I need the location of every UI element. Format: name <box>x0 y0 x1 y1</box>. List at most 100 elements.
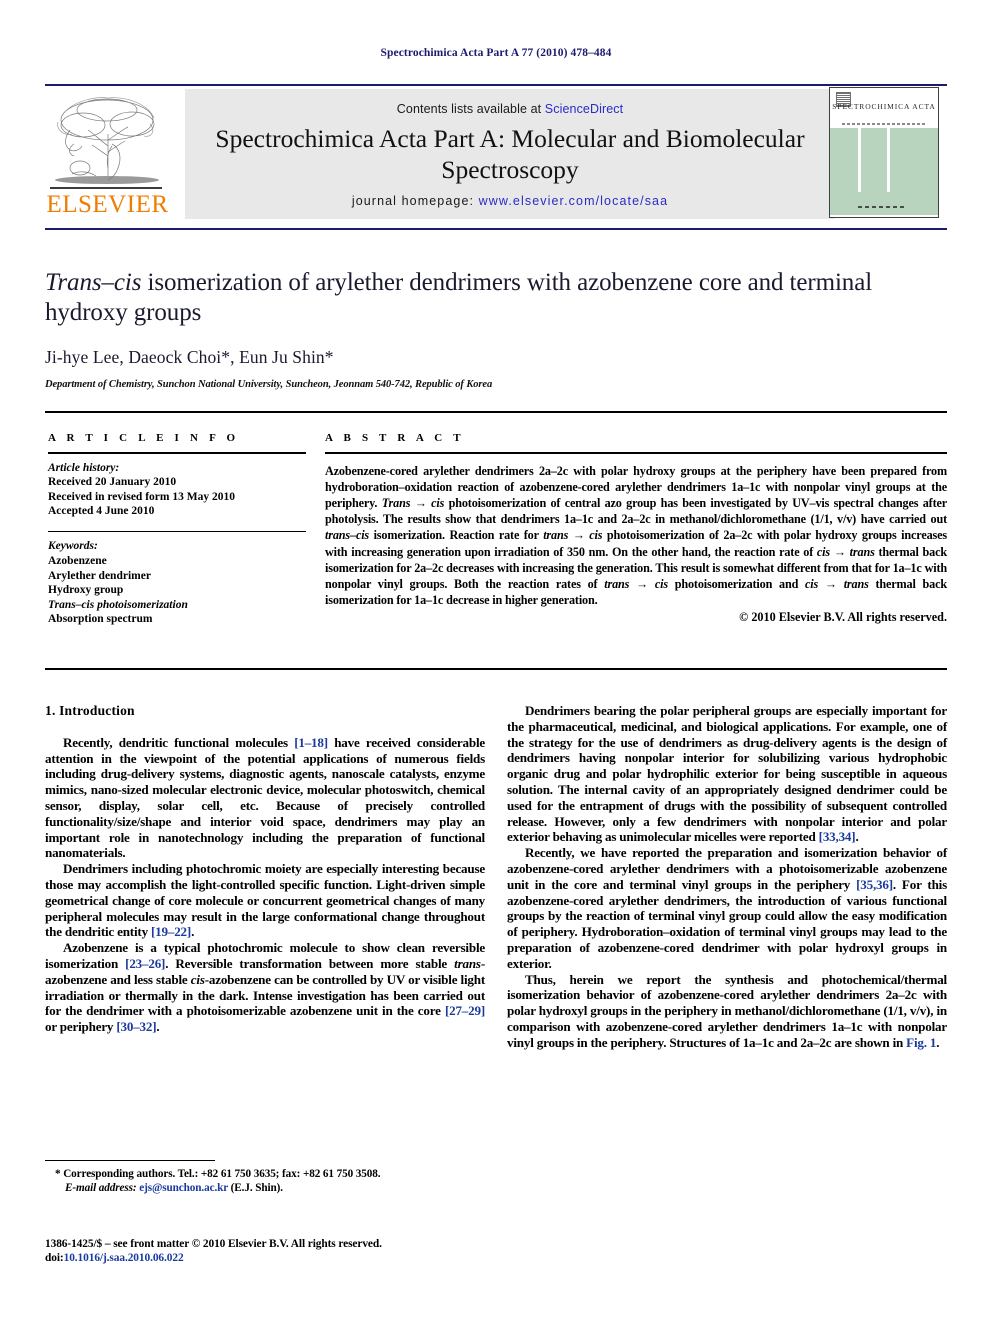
page-title: Trans–cis isomerization of arylether den… <box>45 268 947 328</box>
issn-copyright-line: 1386-1425/$ – see front matter © 2010 El… <box>45 1238 382 1250</box>
citation-ref[interactable]: [23–26] <box>125 956 165 971</box>
doi-link[interactable]: 10.1016/j.saa.2010.06.022 <box>64 1252 184 1264</box>
imprint-block: 1386-1425/$ – see front matter © 2010 El… <box>45 1237 485 1265</box>
compound-label: 2a–2c <box>885 987 917 1003</box>
journal-homepage-link[interactable]: www.elsevier.com/locate/saa <box>479 194 669 208</box>
cover-top: SPECTROCHIMICA ACTA <box>830 88 938 128</box>
article-info-rule <box>48 452 306 454</box>
title-block: Trans–cis isomerization of arylether den… <box>45 268 947 390</box>
cover-dash-rule <box>842 123 925 125</box>
masthead-rule-bottom <box>45 228 947 230</box>
keyword-item: Absorption spectrum <box>48 613 153 626</box>
keywords-group: Keywords: Azobenzene Arylether dendrimer… <box>48 539 306 627</box>
abstract-text: Azobenzene-cored arylether dendrimers 2a… <box>325 463 947 609</box>
paragraph: Recently, we have reported the preparati… <box>507 845 947 971</box>
keyword-item: Hydroxy group <box>48 584 124 597</box>
compound-label: 1a–1c <box>831 1018 863 1034</box>
article-history-label: Article history: <box>48 461 120 474</box>
abstract-fragment: Azobenzene-cored arylether dendrimers <box>325 463 539 478</box>
abstract-fragment: trans–cis <box>325 528 370 543</box>
abstract-fragment: 1a–1c <box>731 479 761 494</box>
paper-page: Spectrochimica Acta Part A 77 (2010) 478… <box>0 0 992 1323</box>
cover-bar-right <box>887 128 890 192</box>
contents-prefix: Contents lists available at <box>396 102 545 116</box>
abstract-fragment: 1a–1c <box>564 512 594 527</box>
abstract-fragment: decrease in higher generation. <box>443 593 598 608</box>
footnote-block: * Corresponding authors. Tel.: +82 61 75… <box>45 1168 485 1195</box>
figure-ref[interactable]: Fig. 1 <box>906 1035 936 1050</box>
abstract-copyright: © 2010 Elsevier B.V. All rights reserved… <box>739 610 947 625</box>
citation-ref[interactable]: [35,36] <box>856 877 893 892</box>
article-info-heading: A R T I C L E I N F O <box>48 432 240 444</box>
citation-ref[interactable]: [33,34] <box>819 829 856 844</box>
paragraph: Dendrimers bearing the polar peripheral … <box>507 703 947 845</box>
paragraph: Thus, herein we report the synthesis and… <box>507 971 948 1050</box>
abstract-fragment: decreases with increasing the generation… <box>443 560 893 575</box>
info-rule-top <box>45 411 947 413</box>
cover-body <box>830 128 938 215</box>
italic-term: cis <box>190 971 205 987</box>
info-rule-bottom <box>45 668 947 670</box>
affiliation: Department of Chemistry, Sunchon Nationa… <box>45 379 493 390</box>
abstract-fragment: cis → trans <box>805 576 869 591</box>
abstract-fragment: Trans → cis <box>381 495 445 510</box>
paragraph: Azobenzene is a typical photochromic mol… <box>45 940 485 1035</box>
abstract-fragment: trans → cis <box>604 576 668 591</box>
sciencedirect-link[interactable]: ScienceDirect <box>545 102 623 116</box>
abstract-fragment: cis → trans <box>816 544 875 559</box>
abstract-fragment: 2a–2c <box>414 560 444 575</box>
keywords-label: Keywords: <box>48 540 98 553</box>
abstract-fragment: trans → cis <box>543 528 603 543</box>
compound-label: 2a–2c <box>800 1034 832 1050</box>
journal-homepage-line: journal homepage: www.elsevier.com/locat… <box>185 194 835 208</box>
author-list: Ji-hye Lee, Daeock Choi*, Eun Ju Shin* <box>45 347 334 367</box>
journal-masthead: ELSEVIER Contents lists available at Sci… <box>45 86 947 221</box>
cover-foot-rule <box>858 206 906 208</box>
abstract-fragment: photoisomerization and <box>667 576 805 591</box>
abstract-fragment: in methanol/dichloromethane (1/1, v/v) h… <box>650 512 947 527</box>
abstract-fragment: 2a–2c <box>621 512 651 527</box>
keyword-item: Arylether dendrimer <box>48 569 151 582</box>
paragraph: Dendrimers including photochromic moiety… <box>45 861 485 940</box>
article-history-item: Received in revised form 13 May 2010 <box>48 490 235 503</box>
elsevier-logo: ELSEVIER <box>45 94 170 222</box>
citation-ref[interactable]: [1–18] <box>294 735 328 750</box>
body-column-right: Dendrimers bearing the polar peripheral … <box>507 703 947 1051</box>
article-history-group: Article history: Received 20 January 201… <box>48 461 306 519</box>
abstract-fragment: 1a–1c <box>414 593 444 608</box>
abstract-column: A B S T R A C T Azobenzene-cored aryleth… <box>325 432 947 625</box>
citation-ref[interactable]: [19–22] <box>151 924 191 939</box>
title-rest: isomerization of arylether dendrimers wi… <box>45 269 873 326</box>
doi-label: doi: <box>45 1252 64 1265</box>
running-head: Spectrochimica Acta Part A 77 (2010) 478… <box>380 47 612 59</box>
journal-band: Contents lists available at ScienceDirec… <box>185 89 835 219</box>
compound-label: 1a–1c <box>742 1034 774 1050</box>
abstract-fragment: 2a–2c <box>723 528 753 543</box>
email-suffix: (E.J. Shin). <box>227 1181 283 1194</box>
abstract-rule <box>325 452 947 454</box>
article-history-item: Received 20 January 2010 <box>48 476 177 489</box>
abstract-fragment: 2a–2c <box>538 463 568 478</box>
section-heading-introduction: 1. Introduction <box>45 703 135 718</box>
article-info-column: A R T I C L E I N F O Article history: R… <box>48 432 306 627</box>
homepage-prefix: journal homepage: <box>351 194 479 208</box>
cover-journal-name: SPECTROCHIMICA ACTA <box>832 102 936 111</box>
abstract-fragment: and <box>593 512 622 527</box>
abstract-heading: A B S T R A C T <box>325 432 465 444</box>
citation-ref[interactable]: [27–29] <box>445 1003 485 1018</box>
title-italic-lead: Trans–cis <box>45 269 142 296</box>
paragraph: Recently, dendritic functional molecules… <box>45 734 485 861</box>
email-link[interactable]: ejs@sunchon.ac.kr <box>139 1182 228 1194</box>
citation-ref[interactable]: [30–32] <box>116 1019 156 1034</box>
article-history-item: Accepted 4 June 2010 <box>48 505 155 518</box>
email-label: E-mail address: <box>65 1181 137 1194</box>
abstract-fragment: photoisomerization of <box>602 528 724 543</box>
article-info-separator <box>48 530 306 533</box>
keyword-item: Azobenzene <box>48 554 107 567</box>
cover-bar-left <box>858 128 861 192</box>
doi-line: doi:10.1016/j.saa.2010.06.022 <box>45 1251 485 1265</box>
elsevier-divider <box>50 187 162 189</box>
contents-line: Contents lists available at ScienceDirec… <box>185 102 835 116</box>
corresponding-author-note: * Corresponding authors. Tel.: +82 61 75… <box>55 1168 381 1180</box>
journal-cover-thumbnail: SPECTROCHIMICA ACTA <box>829 87 939 218</box>
